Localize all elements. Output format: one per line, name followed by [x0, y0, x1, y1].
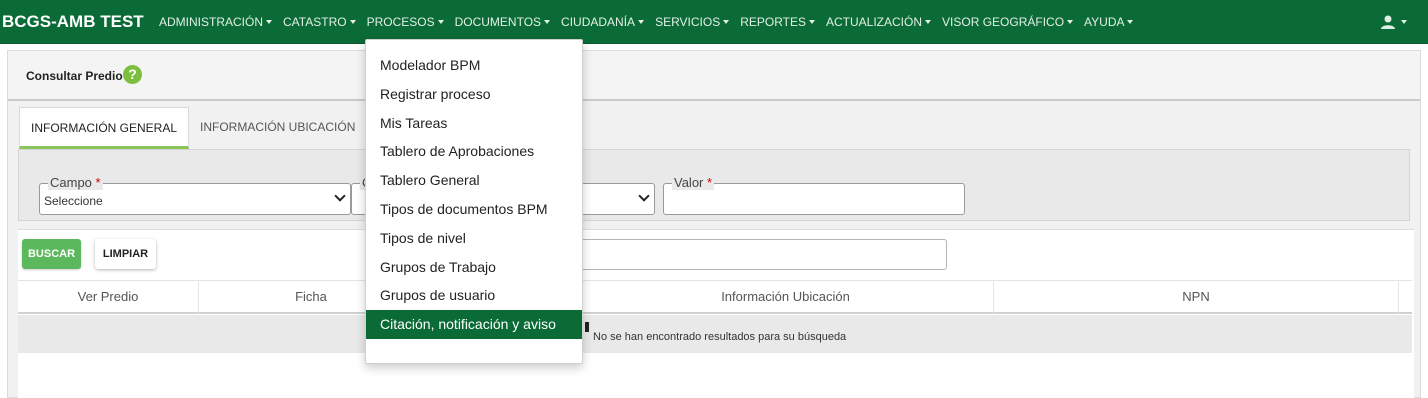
text-cursor	[585, 322, 589, 332]
campo-label: Campo *	[48, 175, 103, 190]
results-table-header: Ver Predio Ficha Información Ubicación N…	[18, 280, 1412, 314]
nav-item-actualizacion[interactable]: ACTUALIZACIÓN	[826, 15, 932, 29]
caret-down-icon	[437, 20, 444, 24]
procesos-dropdown-menu: Modelador BPM Registrar proceso Mis Tare…	[365, 39, 583, 364]
caret-down-icon	[809, 20, 815, 24]
column-npn[interactable]: NPN	[994, 281, 1399, 313]
nav-item-visor-geografico[interactable]: VISOR GEOGRÁFICO	[942, 15, 1074, 29]
valor-label: Valor *	[672, 175, 715, 190]
nav-label: SERVICIOS	[655, 15, 721, 29]
caret-down-icon	[1127, 20, 1134, 24]
caret-down-icon	[638, 20, 645, 24]
results-area: BUSCAR LIMPIAR Ver Predio Ficha Informac…	[18, 229, 1414, 398]
chevron-down-icon	[334, 190, 346, 202]
consultar-predio-panel: Consultar Predio ? INFORMACIÓN GENERAL I…	[7, 50, 1421, 398]
user-menu[interactable]	[1380, 14, 1407, 30]
nav-item-catastro[interactable]: CATASTRO	[283, 15, 356, 29]
menu-item-registrar-proceso[interactable]: Registrar proceso	[366, 80, 582, 109]
caret-down-icon	[266, 20, 273, 24]
menu-item-grupos-trabajo[interactable]: Grupos de Trabajo	[366, 253, 582, 282]
panel-header: Consultar Predio ?	[8, 51, 1420, 101]
menu-item-tipos-nivel[interactable]: Tipos de nivel	[366, 224, 582, 253]
caret-down-icon	[544, 20, 551, 24]
dropdown-list: Modelador BPM Registrar proceso Mis Tare…	[366, 51, 582, 339]
nav-item-ciudadania[interactable]: CIUDADANÍA	[561, 15, 645, 29]
menu-item-tipos-documentos-bpm[interactable]: Tipos de documentos BPM	[366, 195, 582, 224]
page-title: Consultar Predio	[26, 69, 123, 83]
menu-item-tablero-aprobaciones[interactable]: Tablero de Aprobaciones	[366, 137, 582, 166]
valor-input[interactable]: Valor *	[663, 175, 965, 215]
nav-label: AYUDA	[1084, 15, 1125, 29]
nav-label: PROCESOS	[366, 15, 435, 29]
nav-label: CATASTRO	[283, 15, 347, 29]
nav-label: REPORTES	[740, 15, 806, 29]
caret-down-icon	[723, 20, 730, 24]
main-nav-menu: ADMINISTRACIÓN CATASTRO PROCESOS DOCUMEN…	[159, 15, 1144, 29]
campo-select[interactable]: Campo * Seleccione	[39, 175, 351, 215]
limpiar-button[interactable]: LIMPIAR	[95, 239, 156, 269]
menu-item-tablero-general[interactable]: Tablero General	[366, 166, 582, 195]
tabs: INFORMACIÓN GENERAL INFORMACIÓN UBICACIÓ…	[19, 107, 366, 149]
empty-results-message: No se han encontrado resultados para su …	[593, 331, 847, 343]
caret-down-icon	[349, 20, 356, 24]
app-brand[interactable]: BCGS-AMB TEST	[2, 12, 144, 32]
help-icon[interactable]: ?	[123, 65, 142, 84]
nav-item-servicios[interactable]: SERVICIOS	[655, 15, 730, 29]
user-icon	[1381, 15, 1395, 29]
nav-label: CIUDADANÍA	[561, 15, 636, 29]
caret-down-icon	[1401, 20, 1407, 24]
nav-item-administracion[interactable]: ADMINISTRACIÓN	[159, 15, 273, 29]
top-navbar: BCGS-AMB TEST ADMINISTRACIÓN CATASTRO PR…	[0, 0, 1428, 44]
menu-item-citacion-notificacion-aviso[interactable]: Citación, notificación y aviso	[366, 310, 582, 339]
menu-item-mis-tareas[interactable]: Mis Tareas	[366, 109, 582, 138]
nav-label: VISOR GEOGRÁFICO	[942, 15, 1065, 29]
empty-results-row: No se han encontrado resultados para su …	[18, 315, 1412, 353]
caret-down-icon	[1067, 20, 1074, 24]
nav-item-ayuda[interactable]: AYUDA	[1084, 15, 1134, 29]
filter-box: Campo * Seleccione C Valor *	[18, 149, 1410, 221]
chevron-down-icon	[638, 190, 650, 202]
table-search-input[interactable]	[578, 239, 947, 270]
nav-item-documentos[interactable]: DOCUMENTOS	[454, 15, 551, 29]
campo-value: Seleccione	[44, 194, 103, 208]
nav-item-reportes[interactable]: REPORTES	[740, 15, 815, 29]
nav-item-procesos[interactable]: PROCESOS	[367, 15, 444, 29]
nav-label: DOCUMENTOS	[454, 15, 542, 29]
nav-label: ADMINISTRACIÓN	[159, 15, 264, 29]
tab-informacion-ubicacion[interactable]: INFORMACIÓN UBICACIÓN	[189, 107, 366, 149]
tab-informacion-general[interactable]: INFORMACIÓN GENERAL	[19, 107, 190, 149]
column-informacion-ubicacion[interactable]: Información Ubicación	[578, 281, 994, 313]
menu-item-modelador-bpm[interactable]: Modelador BPM	[366, 51, 582, 80]
menu-item-grupos-usuario[interactable]: Grupos de usuario	[366, 281, 582, 310]
buscar-button[interactable]: BUSCAR	[22, 239, 81, 269]
column-ver-predio[interactable]: Ver Predio	[18, 281, 199, 313]
caret-down-icon	[925, 20, 932, 24]
nav-label: ACTUALIZACIÓN	[826, 15, 923, 29]
